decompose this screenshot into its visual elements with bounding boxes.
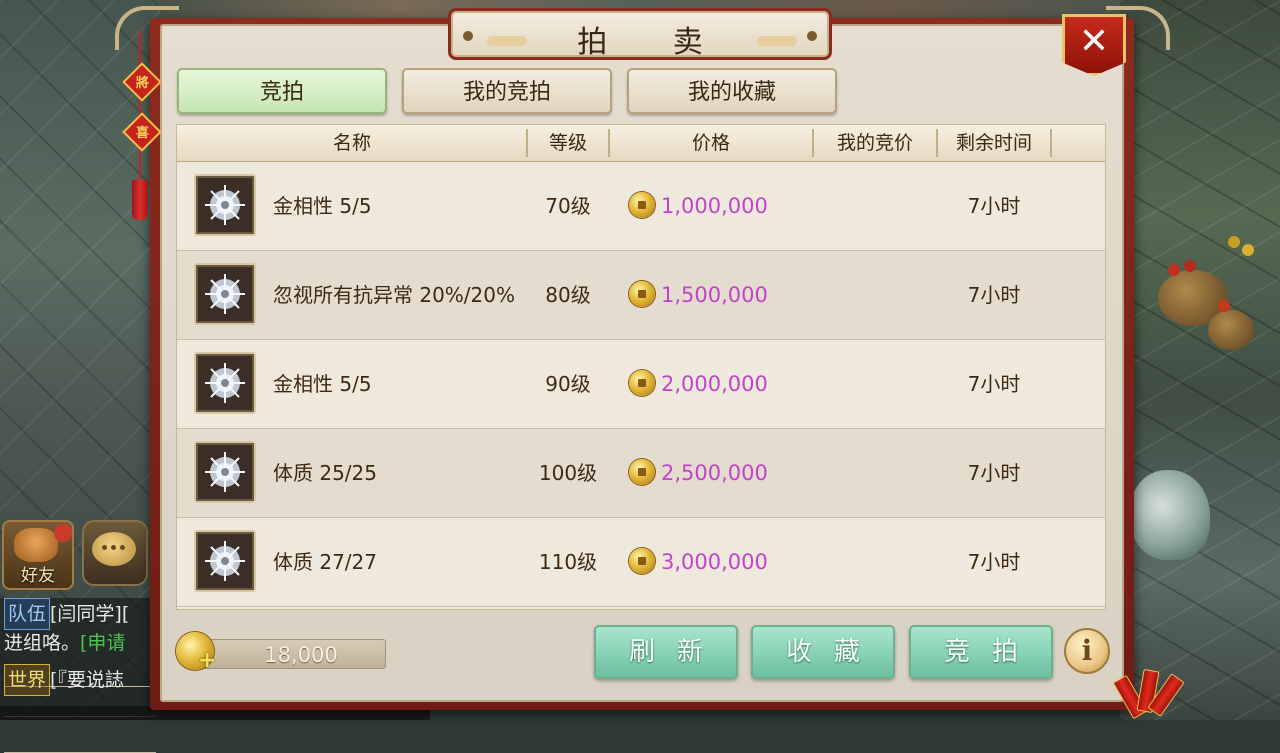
chat-text: [闫同学][ (50, 603, 130, 625)
item-name: 体质 25/25 (273, 461, 377, 485)
my-bid (813, 518, 937, 607)
table-header: 名称 等级 价格 我的竞价 剩余时间 (177, 125, 1105, 163)
item-price: 3,000,000 (661, 550, 768, 574)
item-price: 2,500,000 (661, 461, 768, 485)
close-icon: ✕ (1078, 21, 1110, 62)
spirit-crystal-icon (205, 541, 245, 581)
notification-dot (54, 524, 72, 542)
remaining-time: 7小时 (967, 283, 1021, 307)
tab-my-bids[interactable]: 我的竞拍 (402, 68, 612, 114)
item-level: 110级 (538, 550, 598, 574)
item-name: 金相性 5/5 (273, 194, 372, 218)
item-level: 100级 (538, 461, 598, 485)
favorite-button[interactable]: 收藏 (751, 625, 895, 679)
chat-text: 进组咯。 (4, 632, 81, 654)
chat-link[interactable]: [申请 (80, 632, 125, 654)
add-currency-button[interactable]: + (176, 632, 217, 673)
bid-button[interactable]: 竞拍 (909, 625, 1053, 679)
info-icon: i (1081, 634, 1093, 667)
my-bid (813, 429, 937, 518)
spirit-crystal-icon (205, 452, 245, 492)
snowy-shrub (1130, 470, 1210, 560)
spirit-crystal-icon (205, 185, 245, 225)
item-name: 金相性 5/5 (273, 372, 372, 396)
tab-my-favorites[interactable]: 我的收藏 (627, 68, 837, 114)
lucky-knot-ornament: 將 喜 (122, 30, 162, 220)
chat-bubble-icon (92, 532, 136, 566)
item-slot (194, 352, 256, 414)
friends-label: 好友 (21, 566, 55, 586)
item-name: 忽视所有抗异常 20%/20% (273, 283, 516, 307)
world-channel-tag: 世界 (4, 664, 51, 696)
coin-icon (629, 370, 655, 396)
my-bid (813, 340, 937, 429)
remaining-time: 7小时 (967, 461, 1021, 485)
info-button[interactable]: i (1064, 628, 1110, 674)
table-row[interactable]: 体质 25/25 100级 2,500,000 7小时 (177, 429, 1105, 518)
column-header-price: 价格 (691, 132, 730, 154)
auction-table[interactable]: 名称 等级 价格 我的竞价 剩余时间 金相性 5/5 70级 1,000,000… (176, 124, 1106, 610)
item-level: 70级 (545, 194, 591, 218)
item-level: 90级 (545, 372, 591, 396)
item-slot (194, 441, 256, 503)
market-baskets (1148, 230, 1268, 360)
handshake-icon (14, 528, 58, 562)
coin-icon (629, 548, 655, 574)
item-price: 2,000,000 (661, 372, 768, 396)
tab-bidding[interactable]: 竞拍 (177, 68, 387, 114)
chat-button[interactable] (82, 520, 148, 586)
item-price: 1,000,000 (661, 194, 768, 218)
ornament-char: 將 (135, 76, 149, 92)
table-row[interactable]: 金相性 5/5 70级 1,000,000 7小时 (177, 162, 1105, 251)
remaining-time: 7小时 (967, 550, 1021, 574)
spirit-crystal-icon (205, 274, 245, 314)
ornament-char: 喜 (135, 126, 149, 142)
title-plaque: 拍 卖 (448, 8, 832, 60)
item-slot (194, 530, 256, 592)
item-slot (194, 174, 256, 236)
spirit-crystal-icon (205, 363, 245, 403)
coin-icon (629, 281, 655, 307)
my-bid (813, 251, 937, 340)
table-row[interactable]: 金相性 5/5 90级 2,000,000 7小时 (177, 340, 1105, 429)
column-header-remaining-time: 剩余时间 (955, 132, 1032, 154)
firecracker-decoration (1112, 662, 1185, 720)
column-header-my-bid: 我的竞价 (836, 132, 913, 154)
my-bid (813, 162, 937, 251)
remaining-time: 7小时 (967, 194, 1021, 218)
remaining-time: 7小时 (967, 372, 1021, 396)
coin-icon (629, 192, 655, 218)
item-price: 1,500,000 (661, 283, 768, 307)
chat-log[interactable]: 队伍 [闫同学][ 进组咯。[申请 世界 [『要说誌 (0, 598, 156, 753)
chat-text: [『要说誌 (50, 669, 124, 691)
team-channel-tag: 队伍 (4, 598, 51, 630)
item-slot (194, 263, 256, 325)
coin-icon (629, 459, 655, 485)
refresh-button[interactable]: 刷新 (594, 625, 738, 679)
column-header-level: 等级 (548, 132, 587, 154)
item-name: 体质 27/27 (273, 550, 377, 574)
currency-balance: 18,000 (196, 639, 386, 669)
plus-icon: + (198, 648, 217, 673)
background-right-scene (1120, 0, 1280, 720)
table-row[interactable]: 体质 27/27 110级 3,000,000 7小时 (177, 518, 1105, 607)
friends-button[interactable]: 好友 (2, 520, 74, 590)
table-row[interactable]: 忽视所有抗异常 20%/20% 80级 1,500,000 7小时 (177, 251, 1105, 340)
column-header-name: 名称 (332, 132, 371, 154)
item-level: 80级 (545, 283, 591, 307)
